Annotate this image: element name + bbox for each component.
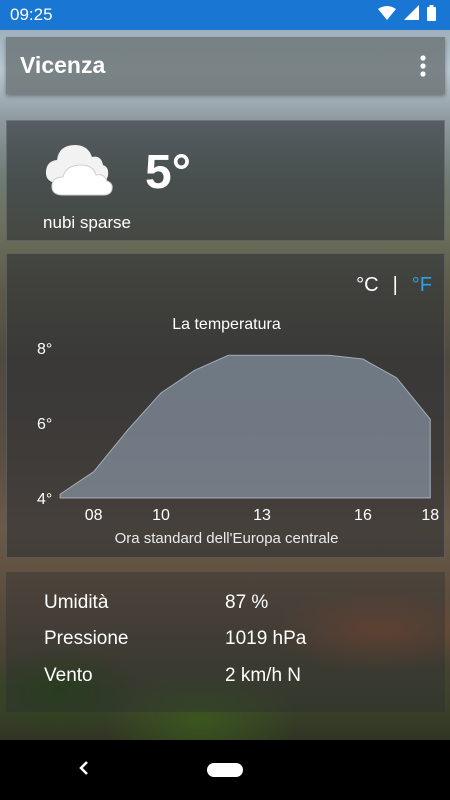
status-time: 09:25 <box>10 5 53 24</box>
x-tick-label: 13 <box>253 507 271 524</box>
temperature-chart: 8° 6° 4° 08 10 13 16 18 <box>37 341 439 524</box>
back-icon[interactable] <box>78 760 90 781</box>
battery-icon <box>427 4 436 26</box>
navigation-bar <box>0 740 450 800</box>
x-tick-label: 08 <box>85 507 103 524</box>
humidity-value: 87 % <box>225 592 269 613</box>
app-bar: Vicenza <box>6 37 445 94</box>
weather-condition: nubi sparse <box>43 213 131 232</box>
pressure-label: Pressione <box>44 628 129 649</box>
temperature-chart-card: °C | °F La temperatura 8° 6° 4° 08 10 13 16 18 … <box>6 253 445 558</box>
y-tick-label: 4° <box>37 491 52 508</box>
current-weather-card: nubi sparse 5° <box>6 120 445 241</box>
x-tick-label: 10 <box>152 507 170 524</box>
status-bar: 09:25 <box>0 0 450 30</box>
wifi-icon <box>378 5 396 25</box>
signal-icon <box>404 5 419 25</box>
wind-label: Vento <box>44 665 93 686</box>
current-temperature: 5° <box>145 146 191 199</box>
pressure-value: 1019 hPa <box>225 628 307 649</box>
city-title: Vicenza <box>20 52 106 78</box>
temperature-area-series <box>59 354 431 499</box>
y-tick-label: 6° <box>37 416 52 433</box>
home-button[interactable] <box>207 763 243 777</box>
wind-value: 2 km/h N <box>225 665 302 686</box>
humidity-label: Umidità <box>44 592 109 613</box>
chart-x-axis-label: Ora standard dell'Europa centrale <box>114 530 339 547</box>
details-panel: Umidità 87 % Pressione 1019 hPa Vento 2 … <box>6 572 445 712</box>
x-tick-label: 18 <box>421 507 439 524</box>
cloud-icon <box>41 137 117 204</box>
x-tick-label: 16 <box>354 507 372 524</box>
overflow-menu-icon[interactable] <box>413 51 433 81</box>
y-tick-label: 8° <box>37 341 52 358</box>
